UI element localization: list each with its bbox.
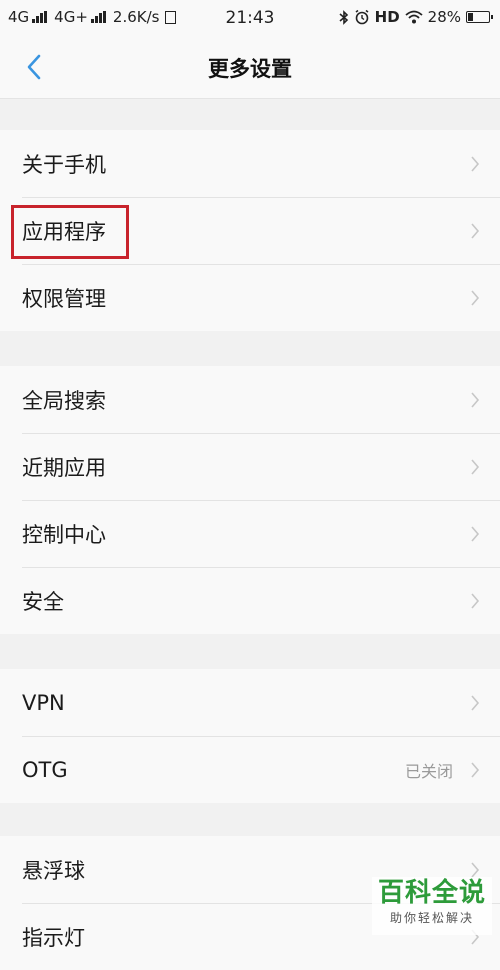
chevron-right-icon (471, 391, 480, 408)
setting-label: OTG (22, 757, 68, 782)
alarm-icon (355, 9, 369, 25)
setting-label: 悬浮球 (22, 858, 85, 883)
chevron-right-icon (471, 222, 480, 239)
setting-label: 关于手机 (22, 152, 106, 177)
setting-label: 应用程序 (22, 219, 106, 244)
setting-recent-apps[interactable]: 近期应用 (0, 433, 500, 500)
setting-label: 近期应用 (22, 455, 106, 480)
setting-label: 安全 (22, 589, 64, 614)
setting-label: 指示灯 (22, 925, 85, 950)
status-bar: 4G 4G+ 2.6K/s 21:43 HD 28% (0, 0, 500, 36)
setting-control-center[interactable]: 控制中心 (0, 500, 500, 567)
chevron-right-icon (471, 761, 480, 778)
setting-label: 权限管理 (22, 286, 106, 311)
chevron-right-icon (471, 155, 480, 172)
chevron-right-icon (471, 458, 480, 475)
setting-label: 全局搜索 (22, 388, 106, 413)
setting-label: 控制中心 (22, 522, 106, 547)
setting-vpn[interactable]: VPN (0, 669, 500, 736)
status-right: HD 28% (339, 8, 493, 26)
setting-global-search[interactable]: 全局搜索 (0, 366, 500, 433)
setting-label: VPN (22, 690, 65, 715)
hd-indicator: HD (374, 8, 400, 26)
wifi-icon (405, 10, 423, 24)
chevron-right-icon (471, 592, 480, 609)
setting-applications[interactable]: 应用程序 (0, 197, 500, 264)
chevron-right-icon (471, 289, 480, 306)
settings-group-2: 全局搜索 近期应用 控制中心 安全 (0, 366, 500, 634)
settings-group-1: 关于手机 应用程序 权限管理 (0, 130, 500, 331)
chevron-right-icon (471, 525, 480, 542)
setting-otg[interactable]: OTG 已关闭 (0, 736, 500, 803)
battery-icon (466, 11, 493, 23)
setting-value: 已关闭 (404, 761, 453, 781)
setting-permission-management[interactable]: 权限管理 (0, 264, 500, 331)
battery-percent: 28% (427, 8, 461, 26)
setting-security[interactable]: 安全 (0, 567, 500, 634)
watermark-logo: 百科全说 助你轻松解决 (372, 877, 492, 935)
watermark-title: 百科全说 (377, 878, 486, 908)
setting-about-phone[interactable]: 关于手机 (0, 130, 500, 197)
chevron-right-icon (471, 861, 480, 878)
bluetooth-icon (339, 9, 348, 25)
watermark-subtitle: 助你轻松解决 (389, 911, 474, 925)
page-title: 更多设置 (208, 57, 292, 81)
chevron-right-icon (471, 694, 480, 711)
nav-bar: 更多设置 (0, 36, 500, 99)
settings-group-3: VPN OTG 已关闭 (0, 669, 500, 803)
